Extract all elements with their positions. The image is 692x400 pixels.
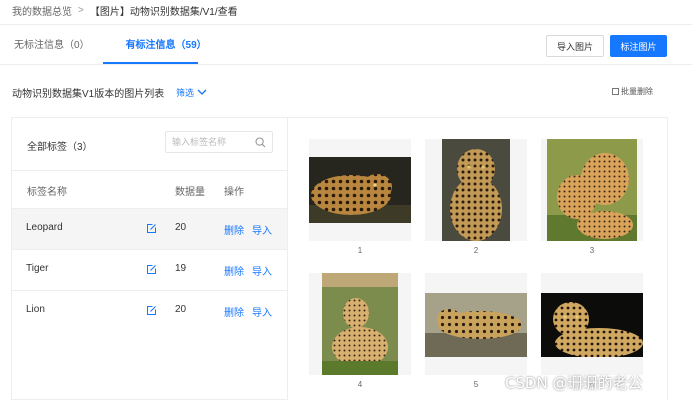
tab-labeled[interactable]: 有标注信息（59） bbox=[126, 36, 207, 56]
batch-delete[interactable]: 批量删除 bbox=[612, 86, 653, 97]
table-row[interactable]: Lion 20 删除 导入 bbox=[12, 290, 287, 331]
import-link[interactable]: 导入 bbox=[252, 304, 272, 319]
chevron-down-icon bbox=[197, 89, 207, 95]
tag-name: Lion bbox=[26, 304, 45, 315]
image-thumbnail[interactable] bbox=[425, 273, 527, 375]
tag-count: 19 bbox=[175, 263, 187, 274]
tab-divider bbox=[0, 64, 692, 65]
leopard-image bbox=[541, 293, 643, 357]
import-link[interactable]: 导入 bbox=[252, 263, 272, 278]
edit-icon[interactable] bbox=[146, 223, 157, 234]
image-card[interactable]: 4 bbox=[309, 273, 411, 389]
image-caption: 2 bbox=[473, 246, 479, 255]
table-row[interactable]: Tiger 19 删除 导入 bbox=[12, 249, 287, 290]
page: 我的数据总览 > 【图片】动物识别数据集/V1/查看 无标注信息（0） 有标注信… bbox=[0, 0, 692, 400]
search-icon[interactable] bbox=[255, 137, 266, 148]
cheetah-image bbox=[547, 139, 637, 241]
import-images-button[interactable]: 导入图片 bbox=[546, 35, 604, 57]
batch-delete-label: 批量删除 bbox=[621, 87, 653, 96]
tabs: 无标注信息（0） 有标注信息（59） bbox=[14, 36, 243, 56]
all-tags-title: 全部标签（3） bbox=[27, 142, 93, 153]
image-thumbnail[interactable] bbox=[541, 273, 643, 375]
filter-dropdown[interactable]: 筛选 bbox=[176, 86, 207, 99]
panel-divider bbox=[12, 170, 287, 171]
delete-link[interactable]: 删除 bbox=[224, 304, 244, 319]
tag-panel: 全部标签（3） 标签名称 数据量 操作 Leopard 20 删除 导入 Tig… bbox=[11, 117, 288, 400]
tab-unlabeled[interactable]: 无标注信息（0） bbox=[14, 36, 90, 56]
tag-count: 20 bbox=[175, 304, 187, 315]
filter-label: 筛选 bbox=[176, 88, 195, 98]
cheetah-image bbox=[322, 273, 398, 375]
breadcrumb: 我的数据总览 > 【图片】动物识别数据集/V1/查看 bbox=[12, 3, 238, 18]
delete-link[interactable]: 删除 bbox=[224, 263, 244, 278]
leopard-image bbox=[442, 139, 510, 241]
image-grid: 1 2 3 4 5 6 bbox=[288, 117, 668, 400]
top-divider bbox=[0, 24, 692, 25]
breadcrumb-separator: > bbox=[78, 4, 84, 16]
breadcrumb-current: 【图片】动物识别数据集/V1/查看 bbox=[89, 6, 238, 18]
edit-icon[interactable] bbox=[146, 305, 157, 316]
tag-count: 20 bbox=[175, 222, 187, 233]
column-header-ops: 操作 bbox=[224, 187, 244, 198]
delete-link[interactable]: 删除 bbox=[224, 222, 244, 237]
leopard-image bbox=[425, 293, 527, 357]
watermark: CSDN @珊珊的老公 bbox=[505, 374, 643, 392]
image-card[interactable]: 3 bbox=[541, 139, 643, 255]
table-row[interactable]: Leopard 20 删除 导入 bbox=[12, 208, 287, 249]
image-caption: 3 bbox=[589, 246, 595, 255]
image-thumbnail[interactable] bbox=[541, 139, 643, 241]
checkbox-icon[interactable] bbox=[612, 88, 619, 95]
image-list-title: 动物识别数据集V1版本的图片列表 bbox=[12, 89, 165, 100]
import-link[interactable]: 导入 bbox=[252, 222, 272, 237]
column-header-count: 数据量 bbox=[175, 187, 205, 198]
image-thumbnail[interactable] bbox=[309, 139, 411, 241]
tag-name: Leopard bbox=[26, 222, 63, 233]
tag-search-input[interactable] bbox=[172, 137, 254, 147]
image-card[interactable]: 1 bbox=[309, 139, 411, 255]
edit-icon[interactable] bbox=[146, 264, 157, 275]
image-thumbnail[interactable] bbox=[425, 139, 527, 241]
image-thumbnail[interactable] bbox=[309, 273, 411, 375]
column-header-name: 标签名称 bbox=[27, 187, 67, 198]
image-caption: 1 bbox=[357, 246, 363, 255]
image-card[interactable]: 2 bbox=[425, 139, 527, 255]
tag-name: Tiger bbox=[26, 263, 49, 274]
leopard-image bbox=[309, 157, 411, 223]
tag-images-button[interactable]: 标注图片 bbox=[610, 35, 667, 57]
breadcrumb-root[interactable]: 我的数据总览 bbox=[12, 3, 72, 18]
tag-search-box[interactable] bbox=[165, 131, 273, 153]
image-caption: 4 bbox=[357, 380, 363, 389]
